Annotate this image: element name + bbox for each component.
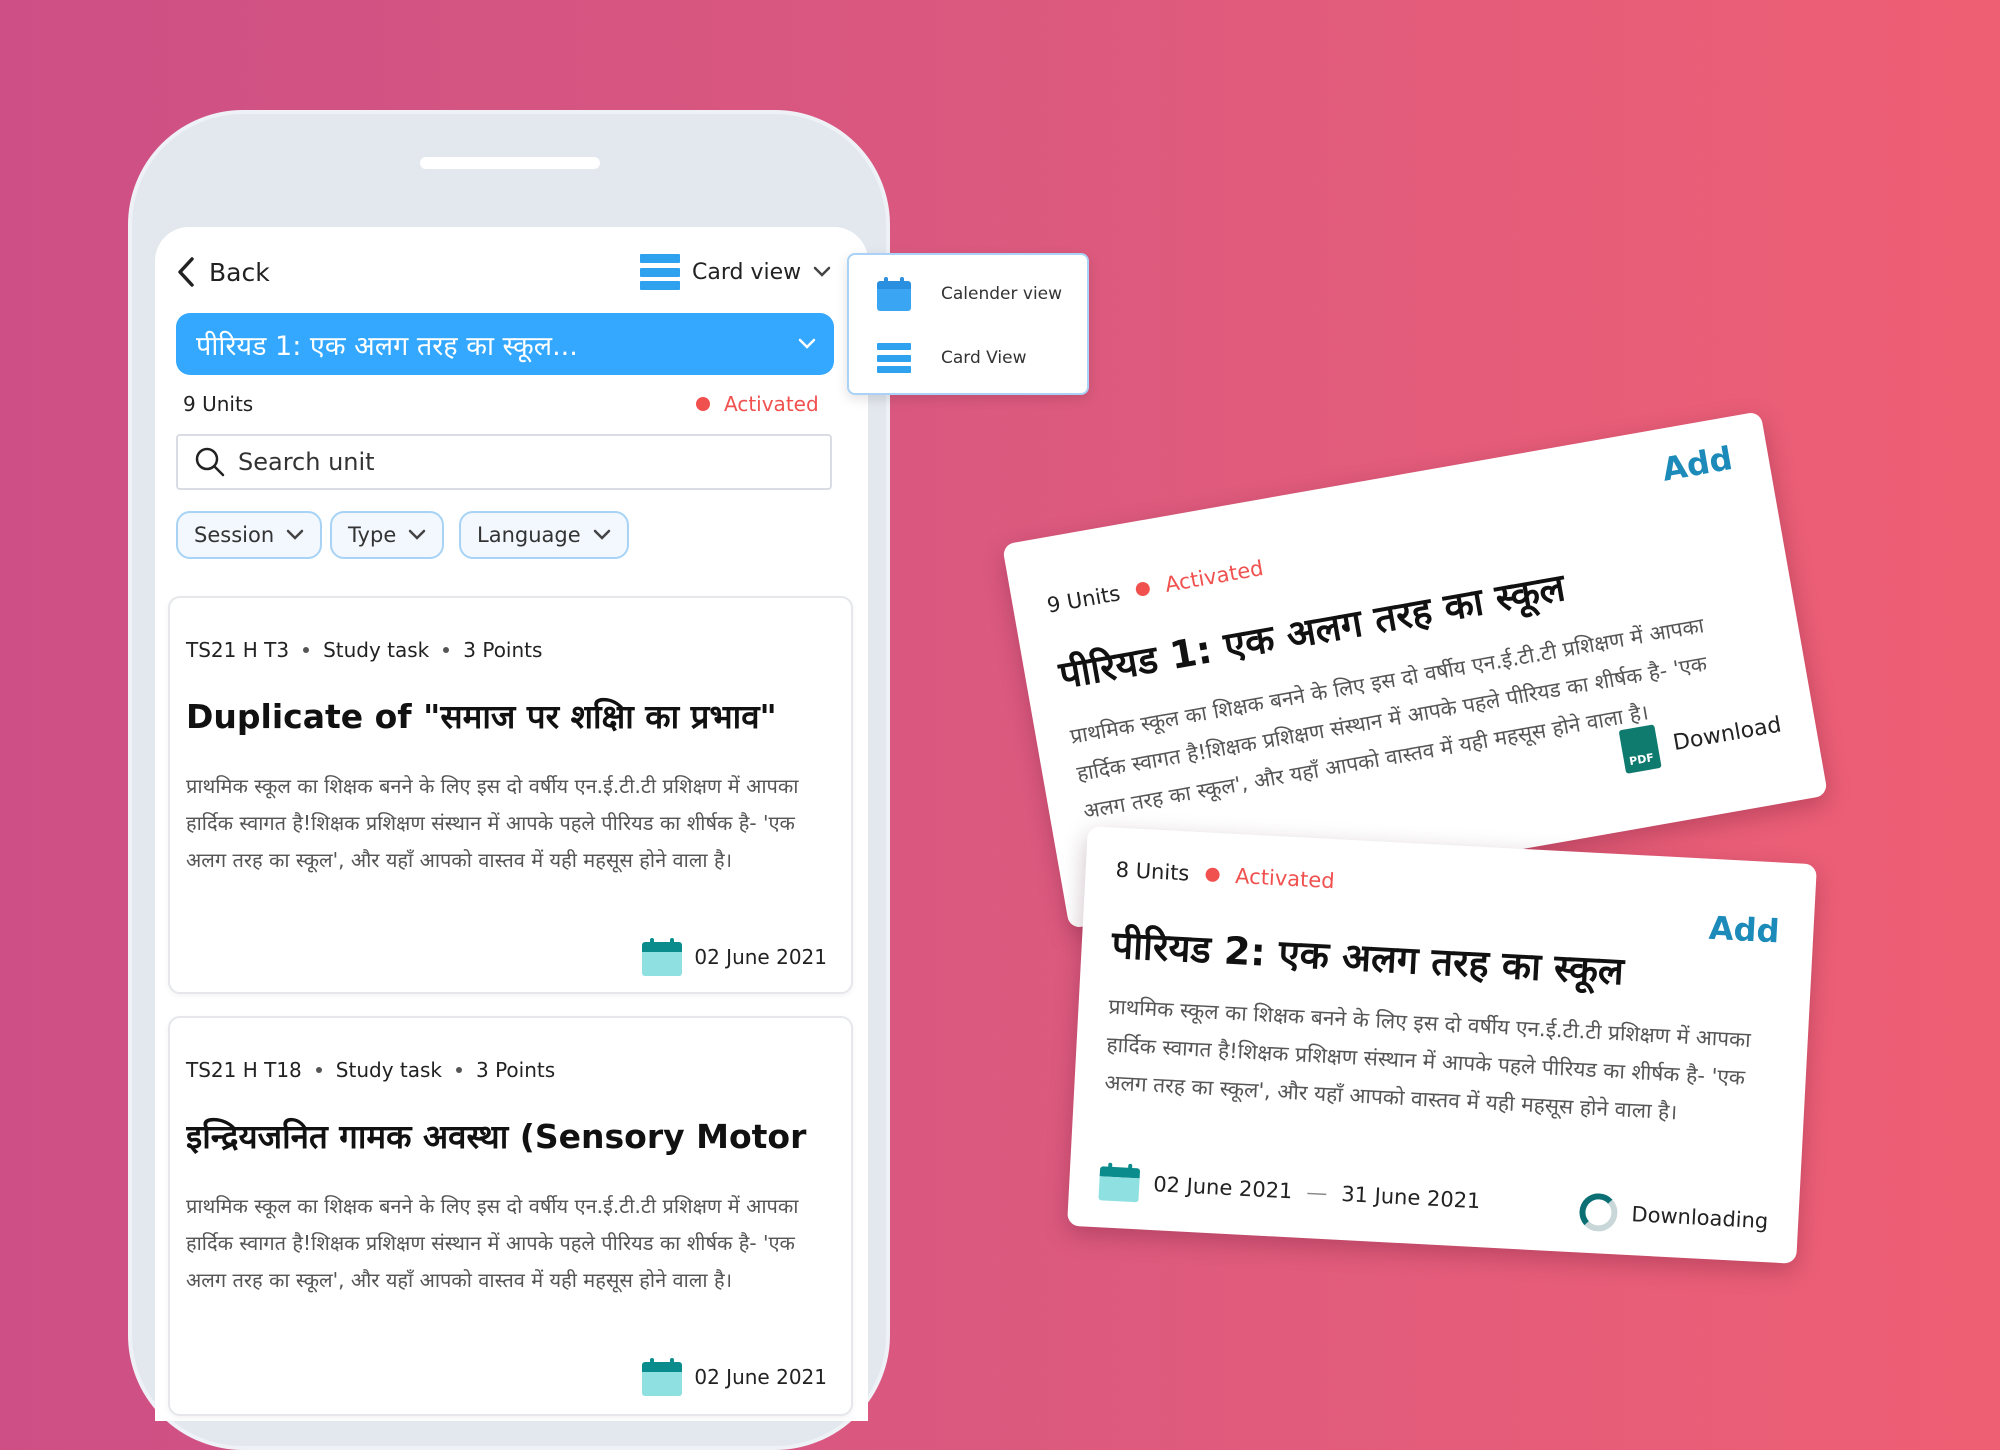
status-label: Activated <box>724 392 819 416</box>
units-count: 8 Units <box>1115 857 1190 886</box>
status-badge: Activated <box>696 392 819 416</box>
filter-session[interactable]: Session <box>176 511 323 559</box>
unit-type: Study task <box>335 1058 442 1082</box>
period-card-title: पीरियड 2: एक अलग तरह का स्कूल <box>1110 922 1625 994</box>
period-dropdown[interactable]: पीरियड 1: एक अलग तरह का स्कूल... <box>176 313 834 375</box>
add-button[interactable]: Add <box>1708 909 1780 951</box>
menu-item-label: Calender view <box>941 284 1063 304</box>
date-separator: — <box>1305 1180 1328 1206</box>
calendar-icon <box>642 1358 683 1396</box>
menu-item-card-view[interactable]: Card View <box>877 343 1027 373</box>
filter-label: Type <box>348 523 397 547</box>
chevron-down-icon <box>408 529 426 540</box>
search-placeholder: Search unit <box>238 448 375 476</box>
filter-language[interactable]: Language <box>459 511 629 559</box>
unit-card[interactable]: TS21 H T3 Study task 3 Points Duplicate … <box>168 596 853 994</box>
bullet-separator <box>443 647 450 653</box>
chevron-down-icon <box>286 529 304 540</box>
status-label: Activated <box>1163 556 1266 597</box>
period-card-meta: 9 Units Activated <box>1045 556 1265 618</box>
list-view-icon <box>640 254 680 290</box>
period-card-meta: 8 Units Activated <box>1115 858 1335 893</box>
date-start: 02 June 2021 <box>1152 1172 1294 1204</box>
unit-type: Study task <box>323 638 430 662</box>
spinner-icon <box>1578 1192 1619 1233</box>
pdf-icon: PDF <box>1618 724 1662 774</box>
units-count: 9 Units <box>1045 581 1122 618</box>
period-date-range: 02 June 2021 — 31 June 2021 <box>1098 1162 1481 1220</box>
add-button[interactable]: Add <box>1659 439 1735 489</box>
list-view-icon <box>877 343 911 373</box>
view-selector-label: Card view <box>692 259 802 285</box>
status-dot <box>696 397 710 411</box>
calendar-icon <box>877 277 911 311</box>
menu-item-label: Card View <box>941 348 1027 368</box>
filter-label: Language <box>477 523 581 547</box>
bullet-separator <box>315 1067 322 1073</box>
chevron-down-icon <box>593 529 610 540</box>
bullet-separator <box>455 1067 462 1073</box>
unit-meta: TS21 H T18 Study task 3 Points <box>186 1058 555 1082</box>
status-dot <box>1204 867 1220 883</box>
chevron-down-icon <box>813 266 831 277</box>
unit-meta: TS21 H T3 Study task 3 Points <box>186 638 542 662</box>
menu-item-calendar-view[interactable]: Calender view <box>877 277 1062 311</box>
units-count: 9 Units <box>183 392 254 416</box>
date-end: 31 June 2021 <box>1340 1181 1482 1214</box>
unit-date: 02 June 2021 <box>642 938 827 976</box>
unit-card[interactable]: TS21 H T18 Study task 3 Points इन्द्रियज… <box>168 1016 853 1416</box>
chevron-left-icon <box>178 257 194 287</box>
back-button[interactable]: Back <box>175 252 270 292</box>
back-label: Back <box>209 257 270 287</box>
unit-points: 3 Points <box>463 638 543 662</box>
search-input[interactable]: Search unit <box>176 434 832 490</box>
unit-title: इन्द्रियजनित गामक अवस्था (Sensory Motor <box>186 1117 807 1156</box>
status-label: Activated <box>1234 863 1336 894</box>
unit-points: 3 Points <box>475 1058 556 1082</box>
unit-date-text: 02 June 2021 <box>694 945 827 969</box>
unit-code: TS21 H T18 <box>186 1058 302 1082</box>
downloading-status: Downloading <box>1578 1192 1770 1240</box>
search-icon <box>195 447 225 477</box>
unit-date: 02 June 2021 <box>642 1358 827 1396</box>
filter-label: Session <box>194 523 275 547</box>
unit-code: TS21 H T3 <box>186 638 290 662</box>
download-label: Download <box>1671 711 1784 756</box>
status-dot <box>1134 580 1151 598</box>
unit-description: प्राथमिक स्कूल का शिक्षक बनने के लिए इस … <box>186 1194 799 1292</box>
period-card-description: प्राथमिक स्कूल का शिक्षक बनने के लिए इस … <box>1103 994 1752 1125</box>
downloading-label: Downloading <box>1630 1202 1769 1234</box>
chevron-down-icon <box>798 338 816 349</box>
calendar-icon <box>1098 1162 1141 1203</box>
unit-description: प्राथमिक स्कूल का शिक्षक बनने के लिए इस … <box>186 774 799 872</box>
phone-speaker <box>420 157 600 169</box>
view-menu: Calender view Card View <box>847 253 1089 395</box>
bullet-separator <box>303 647 310 653</box>
unit-title: Duplicate of "समाज पर शक्षिा का प्रभाव" <box>186 697 777 736</box>
filter-type[interactable]: Type <box>330 511 445 559</box>
period-card[interactable]: 8 Units Activated Add पीरियड 2: एक अलग त… <box>1067 826 1817 1264</box>
period-dropdown-label: पीरियड 1: एक अलग तरह का स्कूल... <box>196 330 578 362</box>
view-selector[interactable]: Card view <box>640 252 831 292</box>
unit-date-text: 02 June 2021 <box>694 1365 827 1389</box>
calendar-icon <box>642 938 683 976</box>
